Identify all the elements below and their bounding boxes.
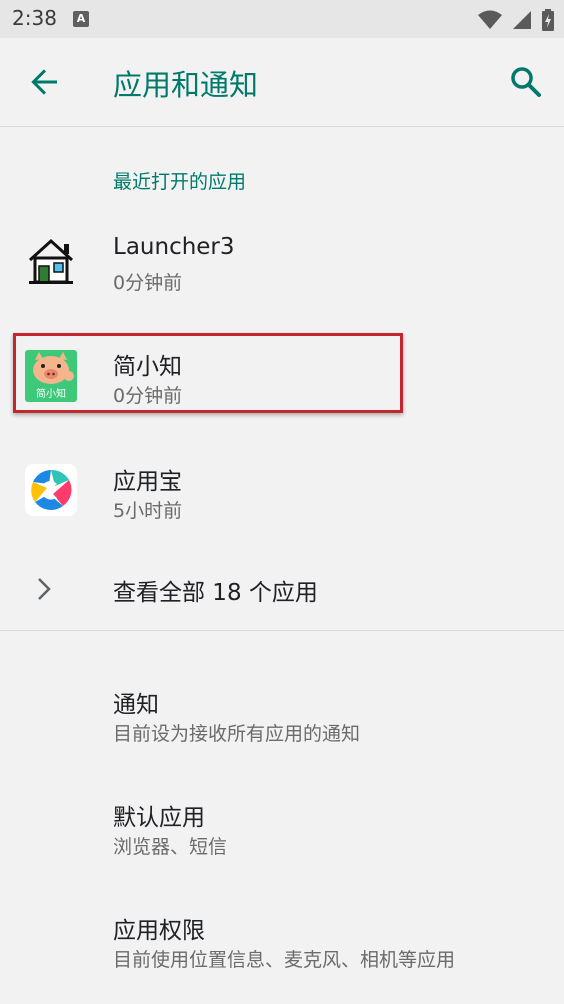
yingyongbao-icon: [25, 464, 77, 516]
app-last-used: 0分钟前: [113, 272, 183, 294]
back-arrow-icon: [31, 69, 57, 95]
setting-subtitle: 浏览器、短信: [113, 836, 228, 858]
signal-icon: [513, 11, 531, 29]
highlight-box: [13, 333, 403, 413]
battery-charging-icon: [542, 9, 554, 31]
see-all-apps-button[interactable]: 查看全部 18 个应用: [0, 555, 564, 625]
setting-subtitle: 目前设为接收所有应用的通知: [113, 723, 361, 745]
back-button[interactable]: [26, 64, 62, 100]
setting-title: 默认应用: [113, 805, 205, 831]
app-name: Launcher3: [113, 234, 235, 260]
page-title: 应用和通知: [113, 68, 259, 102]
search-button[interactable]: [508, 64, 544, 100]
divider: [0, 630, 564, 631]
setting-title: 通知: [113, 692, 159, 718]
app-bar: 应用和通知: [0, 38, 564, 127]
setting-default-apps[interactable]: 默认应用 浏览器、短信: [0, 780, 564, 880]
recent-app-yingyongbao[interactable]: 应用宝 5小时前: [0, 438, 564, 548]
app-name: 应用宝: [113, 469, 182, 495]
launcher-house-icon: [25, 236, 77, 288]
notification-icon: A: [73, 11, 89, 27]
chevron-right-icon: [38, 578, 51, 600]
status-icons: [478, 9, 554, 31]
wifi-icon: [478, 10, 502, 29]
setting-app-permissions[interactable]: 应用权限 目前使用位置信息、麦克风、相机等应用: [0, 893, 564, 993]
setting-notifications[interactable]: 通知 目前设为接收所有应用的通知: [0, 665, 564, 765]
app-last-used: 5小时前: [113, 500, 183, 522]
status-time: 2:38: [12, 6, 57, 30]
recent-app-launcher3[interactable]: Launcher3 0分钟前: [0, 210, 564, 320]
search-icon: [511, 67, 541, 97]
status-bar: 2:38 A: [0, 0, 564, 38]
setting-subtitle: 目前使用位置信息、麦克风、相机等应用: [113, 949, 456, 971]
setting-title: 应用权限: [113, 918, 205, 944]
see-all-label: 查看全部 18 个应用: [113, 580, 318, 606]
recent-apps-header: 最近打开的应用: [113, 171, 247, 193]
